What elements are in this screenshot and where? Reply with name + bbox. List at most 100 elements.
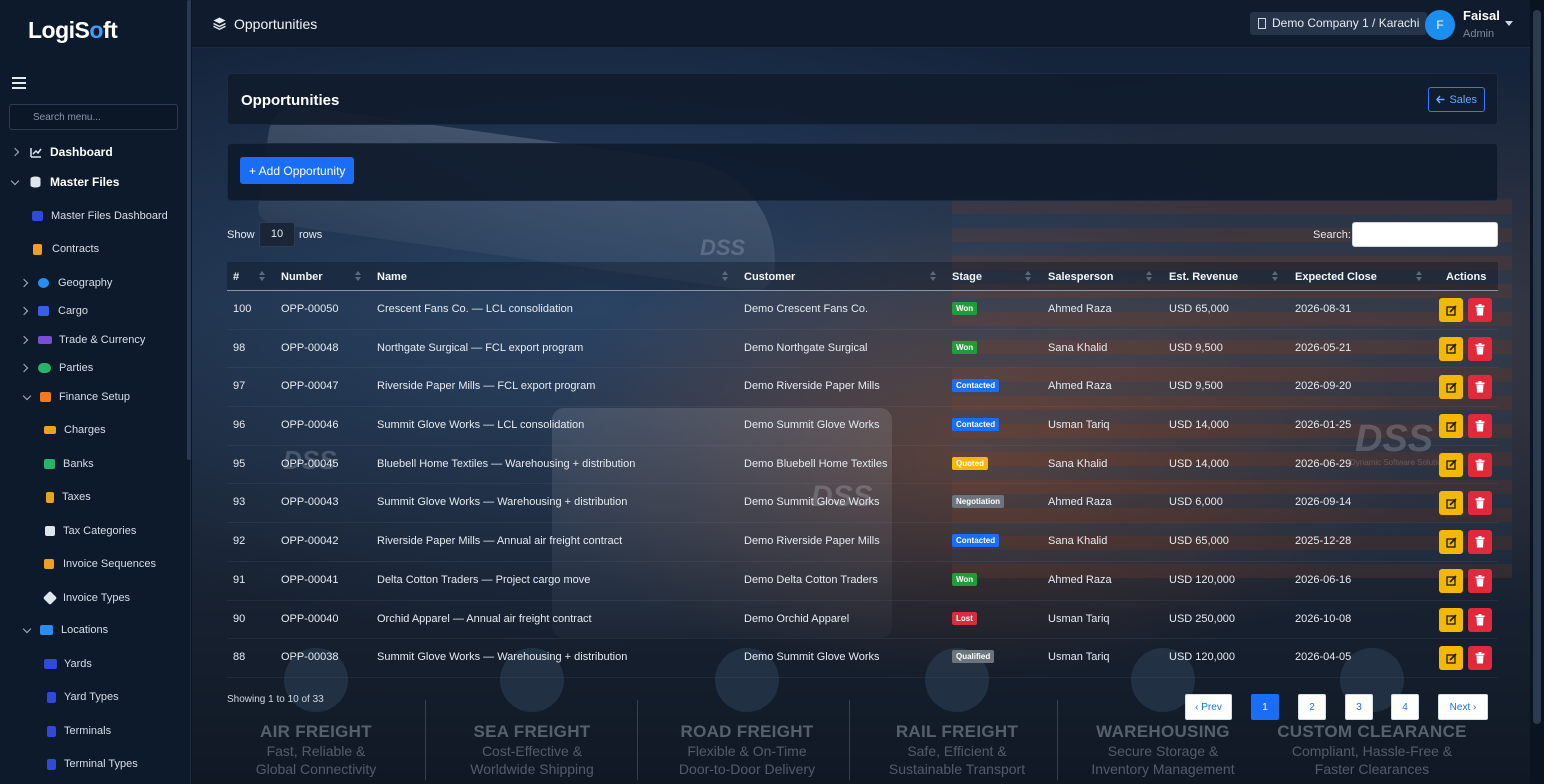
table-row[interactable]: 88 OPP-00038 Summit Glove Works — Warehous… [227, 639, 1498, 678]
table-search-label: Search: [1313, 229, 1351, 241]
column-header-name[interactable]: Name [377, 271, 407, 283]
column-header-id[interactable]: # [233, 271, 239, 283]
sort-icon[interactable] [1272, 271, 1278, 282]
sidebar-item-yards[interactable]: Yards [44, 653, 92, 675]
delete-button[interactable] [1468, 336, 1492, 361]
delete-button[interactable] [1468, 530, 1492, 555]
sidebar-item-geography[interactable]: Geography [19, 272, 112, 294]
sidebar-scrollbar[interactable] [187, 0, 191, 460]
edit-icon [1445, 420, 1457, 432]
edit-icon [1445, 459, 1457, 470]
cell-revenue: USD 9,500 [1169, 341, 1223, 354]
cell-revenue: USD 65,000 [1169, 535, 1229, 548]
sidebar-item-locations[interactable]: Locations [22, 619, 108, 641]
table-row[interactable]: 95 OPP-00045 Bluebell Home Textiles — Ware… [227, 446, 1498, 485]
sort-icon[interactable] [1416, 271, 1422, 282]
app-logo[interactable]: LogiSoft [28, 17, 118, 44]
cell-expected-close: 2026-01-25 [1295, 419, 1352, 432]
delete-button[interactable] [1468, 491, 1492, 516]
table-row[interactable]: 100 OPP-00050 Crescent Fans Co. — LCL cons… [227, 291, 1498, 330]
sidebar-item-contracts[interactable]: Contracts [33, 238, 99, 260]
rows-per-page-select[interactable]: 10 [259, 222, 295, 247]
scrollbar-thumb[interactable] [1533, 10, 1541, 724]
user-name[interactable]: Faisal [1463, 8, 1500, 23]
page-button-4[interactable]: 4 [1391, 694, 1419, 720]
delete-button[interactable] [1468, 414, 1492, 439]
table-row[interactable]: 98 OPP-00048 Northgate Surgical — FCL expo… [227, 330, 1498, 369]
sidebar-item-taxes[interactable]: Taxes [46, 486, 91, 508]
sidebar-item-finance-setup[interactable]: Finance Setup [22, 386, 130, 408]
next-page-button[interactable]: Next › [1438, 694, 1488, 720]
cell-customer: Demo Summit Glove Works [744, 651, 880, 664]
column-header-salesperson[interactable]: Salesperson [1048, 271, 1113, 283]
edit-button[interactable] [1439, 491, 1463, 516]
sidebar-item-parties[interactable]: Parties [19, 357, 93, 379]
column-header-revenue[interactable]: Est. Revenue [1169, 271, 1238, 283]
table-row[interactable]: 92 OPP-00042 Riverside Paper Mills — Annua… [227, 523, 1498, 562]
sort-icon[interactable] [1146, 271, 1152, 282]
delete-button[interactable] [1468, 607, 1492, 632]
delete-button[interactable] [1468, 452, 1492, 477]
sidebar-search-input[interactable] [9, 104, 178, 130]
delete-button[interactable] [1468, 568, 1492, 593]
back-to-sales-button[interactable]: Sales [1428, 87, 1485, 112]
sort-icon[interactable] [930, 271, 936, 282]
edit-button[interactable] [1439, 568, 1463, 593]
chevron-right-icon [19, 335, 29, 345]
table-row[interactable]: 91 OPP-00041 Delta Cotton Traders — Projec… [227, 562, 1498, 601]
sidebar-item-master-files-dashboard[interactable]: Master Files Dashboard [32, 205, 168, 227]
company-selector[interactable]: Demo Company 1 / Karachi [1250, 12, 1428, 35]
edit-button[interactable] [1439, 336, 1463, 361]
sidebar-item-banks[interactable]: Banks [44, 453, 94, 475]
sidebar-item-cargo[interactable]: Cargo [19, 300, 88, 322]
user-menu-caret-icon[interactable] [1505, 21, 1513, 26]
sidebar-item-invoice-sequences[interactable]: Invoice Sequences [44, 553, 156, 575]
edit-button[interactable] [1439, 646, 1463, 671]
sidebar-item-invoice-types[interactable]: Invoice Types [42, 587, 130, 609]
sort-icon[interactable] [355, 271, 361, 282]
table-search-input[interactable] [1352, 222, 1498, 247]
sidebar-item-tax-categories[interactable]: Tax Categories [45, 520, 136, 542]
column-header-customer[interactable]: Customer [744, 271, 795, 283]
column-header-number[interactable]: Number [281, 271, 323, 283]
delete-button[interactable] [1468, 646, 1492, 671]
delete-button[interactable] [1468, 375, 1492, 400]
add-opportunity-button[interactable]: + Add Opportunity [240, 157, 355, 184]
column-header-stage[interactable]: Stage [952, 271, 982, 283]
sidebar-item-trade-currency[interactable]: Trade & Currency [19, 329, 145, 351]
edit-button[interactable] [1439, 414, 1463, 439]
sidebar-item-charges[interactable]: Charges [44, 419, 106, 441]
edit-button[interactable] [1439, 607, 1463, 632]
page-button-1[interactable]: 1 [1251, 694, 1279, 720]
trash-icon [1475, 536, 1485, 548]
page-button-2[interactable]: 2 [1298, 694, 1326, 720]
sidebar-item-yard-types[interactable]: Yard Types [47, 686, 119, 708]
trash-icon [1475, 420, 1485, 432]
page-scrollbar[interactable] [1530, 0, 1544, 784]
building-icon [1258, 18, 1266, 29]
sort-icon[interactable] [722, 271, 728, 282]
sidebar-item-terminal-types[interactable]: Terminal Types [47, 753, 138, 775]
avatar[interactable]: F [1425, 10, 1455, 40]
edit-button[interactable] [1439, 452, 1463, 477]
table-row[interactable]: 90 OPP-00040 Orchid Apparel — Annual air f… [227, 601, 1498, 640]
edit-button[interactable] [1439, 298, 1463, 322]
table-row[interactable]: 93 OPP-00043 Summit Glove Works — Warehous… [227, 484, 1498, 524]
sort-icon[interactable] [1025, 271, 1031, 282]
sort-icon[interactable] [259, 271, 265, 282]
page-button-3[interactable]: 3 [1345, 694, 1373, 720]
edit-icon [1445, 498, 1457, 509]
sidebar-item-terminals[interactable]: Terminals [47, 720, 111, 742]
column-header-expected-close[interactable]: Expected Close [1295, 271, 1377, 283]
delete-button[interactable] [1468, 298, 1492, 322]
sidebar-item-master-files[interactable]: Master Files [10, 171, 119, 193]
prev-page-button[interactable]: ‹ Prev [1185, 694, 1232, 720]
edit-button[interactable] [1439, 530, 1463, 555]
sidebar-item-dashboard[interactable]: Dashboard [10, 141, 113, 163]
hamburger-menu-icon[interactable] [12, 77, 26, 89]
chart-line-icon [30, 147, 42, 158]
edit-button[interactable] [1439, 375, 1463, 400]
status-badge: Won [952, 572, 978, 586]
table-row[interactable]: 97 OPP-00047 Riverside Paper Mills — FCL e… [227, 368, 1498, 408]
table-row[interactable]: 96 OPP-00046 Summit Glove Works — LCL cons… [227, 407, 1498, 446]
